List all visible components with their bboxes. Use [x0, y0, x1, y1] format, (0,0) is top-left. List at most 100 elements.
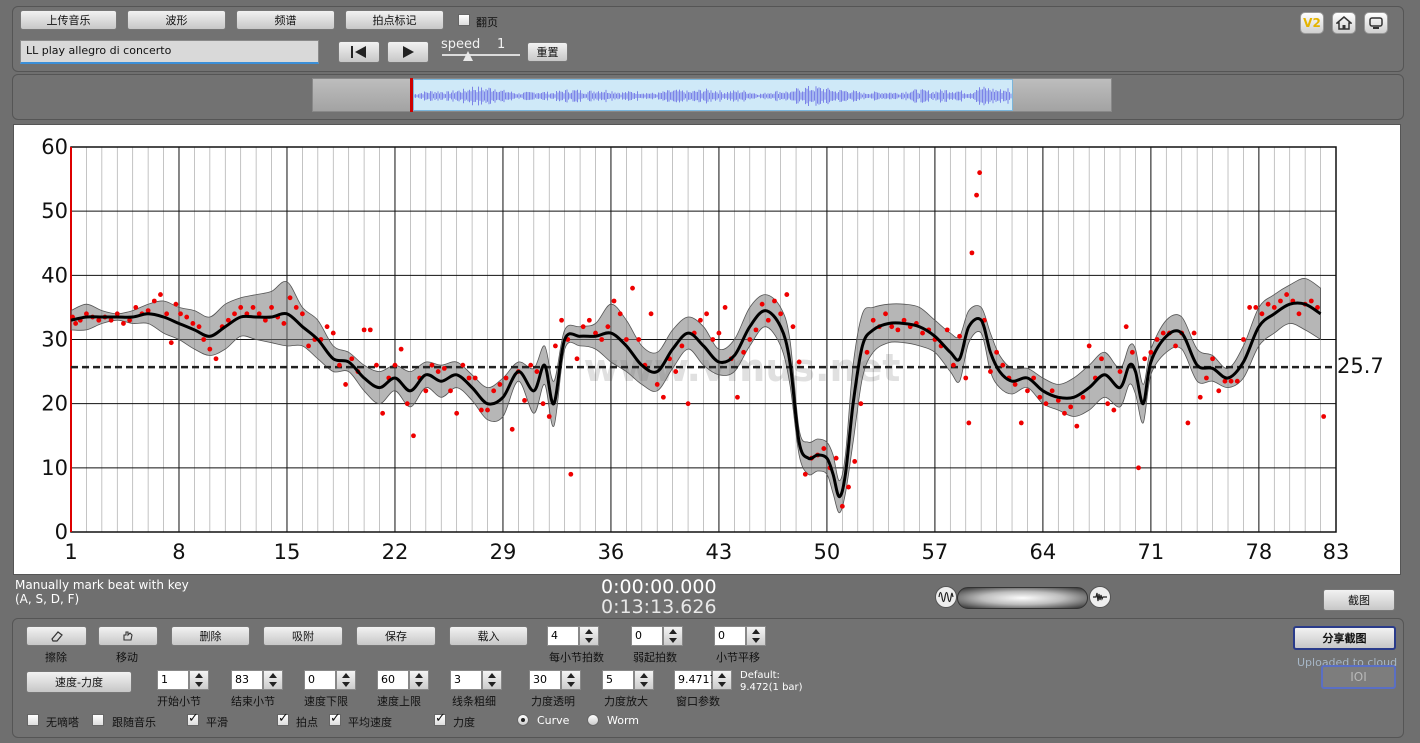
y-tick-label: 40 — [41, 263, 68, 287]
start-bar-value[interactable]: 1 — [157, 670, 189, 690]
line-width-stepper[interactable]: 3 — [450, 670, 502, 690]
snap-button[interactable]: 吸附 — [263, 626, 343, 646]
bar-shift-stepper[interactable]: 0 — [714, 626, 766, 646]
stepper-arrows-icon[interactable] — [263, 670, 283, 690]
dynamics-scale-stepper[interactable]: 5 — [602, 670, 654, 690]
delete-button[interactable]: 删除 — [171, 626, 250, 646]
chart-area[interactable]: 0 10 20 30 40 50 60 1 8 15 22 29 36 43 50 57 64 71 78 83 www… — [13, 124, 1401, 575]
waveform-button[interactable]: 波形 — [127, 10, 226, 30]
stepper-arrows-icon[interactable] — [663, 626, 683, 646]
overview-selection[interactable] — [413, 79, 1013, 111]
beat-point — [164, 311, 170, 317]
reset-button[interactable]: 重置 — [527, 42, 568, 62]
beats-checkbox[interactable] — [277, 711, 289, 726]
beat-point — [648, 311, 654, 317]
follow-music-checkbox[interactable] — [92, 714, 104, 726]
beats-per-bar-value[interactable]: 4 — [547, 626, 579, 646]
wave-mode-icon[interactable] — [935, 586, 957, 608]
play-button[interactable] — [387, 41, 429, 63]
beat-point — [96, 317, 102, 323]
speed-slider-thumb[interactable] — [463, 51, 473, 61]
line-width-value[interactable]: 3 — [450, 670, 482, 690]
end-bar-stepper[interactable]: 83 — [231, 670, 283, 690]
stepper-arrows-icon[interactable] — [336, 670, 356, 690]
page-turn-checkbox[interactable] — [458, 14, 470, 26]
page-turn-label: 翻页 — [476, 16, 498, 29]
fullscreen-button[interactable] — [1364, 12, 1388, 34]
speed-slider-track[interactable] — [442, 54, 520, 56]
beat-point — [796, 359, 802, 365]
stepper-arrows-icon[interactable] — [482, 670, 502, 690]
stepper-arrows-icon[interactable] — [634, 670, 654, 690]
avg-tempo-checkbox[interactable] — [329, 711, 341, 726]
y-tick-label: 60 — [41, 135, 68, 159]
dynamics-opacity-label: 力度透明 — [531, 695, 575, 708]
ioi-button[interactable]: IOI — [1321, 665, 1396, 689]
track-name-field[interactable]: LL play allegro di concerto — [20, 40, 319, 64]
beat-point — [196, 324, 202, 330]
tap-mark-button[interactable]: 拍点标记 — [345, 10, 444, 30]
end-bar-label: 结束小节 — [231, 695, 275, 708]
end-bar-value[interactable]: 83 — [231, 670, 263, 690]
beat-point — [398, 346, 404, 352]
home-button[interactable] — [1332, 12, 1356, 34]
share-screenshot-button[interactable]: 分享截图 — [1293, 626, 1396, 650]
beat-point — [1216, 388, 1222, 394]
stepper-arrows-icon[interactable] — [189, 670, 209, 690]
save-button[interactable]: 保存 — [356, 626, 436, 646]
beat-point — [660, 394, 666, 400]
window-param-value[interactable]: 9.4717 — [674, 670, 717, 690]
dynamics-scale-value[interactable]: 5 — [602, 670, 634, 690]
beat-point — [1173, 343, 1178, 349]
skip-to-start-button[interactable] — [338, 41, 380, 63]
beat-point — [287, 295, 293, 301]
curve-radio[interactable] — [517, 714, 529, 726]
volume-slider[interactable] — [957, 587, 1088, 609]
time-total: 0:13:13.626 — [601, 596, 717, 618]
pickup-beats-value[interactable]: 0 — [631, 626, 663, 646]
beat-point — [1043, 401, 1049, 407]
tempo-low-stepper[interactable]: 0 — [304, 670, 356, 690]
beat-point — [178, 311, 183, 317]
start-bar-stepper[interactable]: 1 — [157, 670, 209, 690]
erase-button[interactable] — [26, 626, 87, 646]
tempo-low-value[interactable]: 0 — [304, 670, 336, 690]
pickup-beats-stepper[interactable]: 0 — [631, 626, 683, 646]
stepper-arrows-icon[interactable] — [561, 670, 581, 690]
tempo-dynamics-button[interactable]: 速度-力度 — [26, 671, 132, 693]
beat-mode-icon[interactable] — [1089, 586, 1111, 608]
y-tick-label: 10 — [41, 456, 68, 480]
beat-point — [654, 382, 660, 387]
window-param-stepper[interactable]: 9.4717 — [674, 670, 732, 690]
dynamics-opacity-stepper[interactable]: 30 — [529, 670, 581, 690]
tempo-high-value[interactable]: 60 — [377, 670, 409, 690]
dynamics-checkbox[interactable] — [434, 711, 446, 726]
version-badge[interactable]: V2 — [1300, 12, 1324, 34]
y-tick-label: 50 — [41, 199, 68, 223]
worm-radio[interactable] — [587, 714, 599, 726]
beat-point — [269, 305, 274, 310]
smooth-checkbox[interactable] — [187, 711, 199, 726]
stepper-arrows-icon[interactable] — [712, 670, 732, 690]
bar-shift-value[interactable]: 0 — [714, 626, 746, 646]
beat-point — [1025, 388, 1030, 394]
pulse-wave-icon — [1093, 592, 1107, 602]
overview-playhead[interactable] — [410, 78, 413, 112]
x-tick-label: 83 — [1323, 540, 1350, 564]
dynamics-opacity-value[interactable]: 30 — [529, 670, 561, 690]
upload-music-button[interactable]: 上传音乐 — [20, 10, 117, 30]
load-button[interactable]: 载入 — [449, 626, 528, 646]
move-button[interactable] — [98, 626, 158, 646]
stepper-arrows-icon[interactable] — [579, 626, 599, 646]
smooth-label: 平滑 — [206, 716, 228, 729]
beat-point — [435, 369, 441, 374]
beat-point — [957, 333, 962, 339]
screenshot-button[interactable]: 截图 — [1323, 589, 1395, 611]
stepper-arrows-icon[interactable] — [746, 626, 766, 646]
spectrum-button[interactable]: 频谱 — [236, 10, 335, 30]
no-tick-checkbox[interactable] — [27, 714, 39, 726]
tempo-high-stepper[interactable]: 60 — [377, 670, 429, 690]
beat-point — [1000, 362, 1006, 368]
stepper-arrows-icon[interactable] — [409, 670, 429, 690]
beats-per-bar-stepper[interactable]: 4 — [547, 626, 599, 646]
